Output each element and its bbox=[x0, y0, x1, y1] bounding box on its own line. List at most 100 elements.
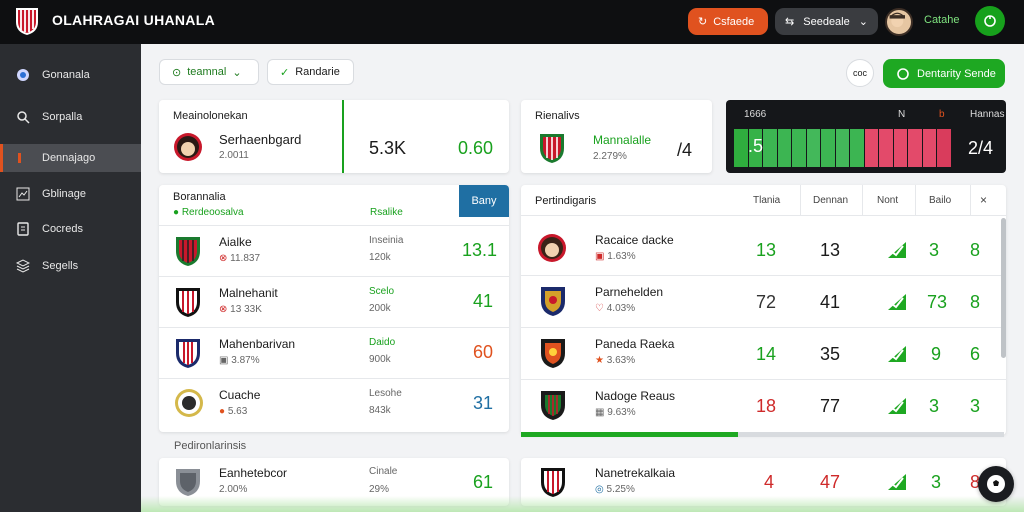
orange-action-button[interactable]: ↻ Csfaede bbox=[688, 8, 768, 35]
chevron-down-icon: ⌄ bbox=[858, 16, 868, 28]
section-label: Pedironlarinsis bbox=[174, 440, 247, 452]
cell-value: 3 bbox=[929, 240, 940, 260]
coc-toggle[interactable]: coc bbox=[846, 59, 874, 87]
team-crest-icon bbox=[176, 288, 200, 317]
player-name: Paneda Raeka bbox=[595, 337, 675, 351]
player-name: Nadoge Reaus bbox=[595, 389, 676, 403]
player-name: Racaice dacke bbox=[595, 233, 674, 247]
row-mid-sub: 843k bbox=[369, 405, 391, 416]
sidebar-item-gonanala[interactable]: Gonanala bbox=[0, 61, 141, 89]
kpi-team-name: Mannalalle bbox=[593, 133, 652, 147]
sidebar-item-dennajago[interactable]: Dennajago bbox=[0, 144, 141, 172]
cell-value: 4 bbox=[764, 472, 775, 492]
cell-value: 13 bbox=[756, 240, 777, 260]
notification-button[interactable] bbox=[975, 6, 1005, 36]
row-mid: Cinale bbox=[369, 466, 398, 477]
sidebar-item-cocreds[interactable]: Cocreds bbox=[0, 215, 141, 243]
kpi-card-title: Rienalivs bbox=[535, 110, 580, 122]
team-crest-icon bbox=[541, 468, 565, 497]
user-name: Catahe bbox=[924, 14, 960, 26]
sidebar-item-gblinage[interactable]: Gblinage bbox=[0, 180, 141, 208]
kpi-dark-value-1: .5 bbox=[748, 136, 764, 156]
cell-value: 41 bbox=[820, 292, 841, 312]
kpi-card-2: Rienalivs Mannalalle 2.279% /4 bbox=[521, 100, 712, 173]
dark-action-button[interactable]: ⇆ Seedeale ⌄ bbox=[775, 8, 878, 35]
check-icon: ✓ bbox=[280, 66, 290, 79]
chart-icon bbox=[16, 187, 30, 201]
column-header[interactable]: Nont bbox=[877, 195, 898, 206]
kpi-team-sub: 2.279% bbox=[593, 151, 627, 162]
sidebar-item-label: Dennajago bbox=[42, 152, 96, 164]
primary-cta-label: Dentarity Sende bbox=[917, 67, 996, 80]
refresh-icon: ↻ bbox=[698, 16, 708, 28]
table-row[interactable]: Nadoge Reaus ▦ 9.63% 18 77 3 3 bbox=[521, 379, 1001, 431]
sidebar: Gonanala Sorpalla Dennajago Gblinage Coc… bbox=[0, 44, 141, 512]
team-sub: ⊗ 13 33K bbox=[219, 304, 262, 315]
column-header[interactable]: Bailo bbox=[929, 195, 951, 206]
kpi-card-title: Meainolonekan bbox=[173, 110, 248, 122]
team-crest-icon bbox=[175, 389, 203, 417]
stack-icon bbox=[16, 259, 30, 273]
table-row[interactable]: Malnehanit ⊗ 13 33K Scelo 200k 41 bbox=[159, 276, 509, 327]
row-mid: Lesohe bbox=[369, 388, 402, 399]
primary-cta-button[interactable]: Dentarity Sende bbox=[883, 59, 1005, 88]
chevron-down-icon: ⌄ bbox=[232, 66, 242, 79]
team-crest-icon bbox=[176, 237, 200, 266]
ball-fab-button[interactable] bbox=[978, 466, 1014, 502]
kpi-value-2: 0.60 bbox=[458, 138, 494, 158]
row-mid: Scelo bbox=[369, 286, 395, 297]
table-row[interactable]: Racaice dacke ▣ 1.63% 13 13 3 8 bbox=[521, 223, 1001, 275]
team-crest-icon bbox=[176, 339, 200, 368]
sidebar-item-label: Segells bbox=[42, 260, 79, 272]
table-row[interactable]: Cuache ● 5.63 Lesohe 843k 31 bbox=[159, 378, 509, 429]
team-sub: ▣ 3.87% bbox=[219, 355, 260, 366]
cell-value: 3 bbox=[970, 396, 981, 416]
progress-fill bbox=[521, 432, 739, 437]
row-mid-sub: 900k bbox=[369, 354, 391, 365]
soccer-ball-icon bbox=[987, 475, 1005, 493]
row-value: 31 bbox=[473, 393, 494, 413]
check-icon bbox=[888, 398, 906, 414]
cell-value: 3 bbox=[929, 396, 940, 416]
bar-icon bbox=[16, 151, 30, 165]
player-sub: ▣ 1.63% bbox=[595, 251, 636, 262]
close-icon[interactable]: × bbox=[980, 193, 987, 207]
user-avatar[interactable] bbox=[885, 8, 913, 36]
avatar bbox=[174, 133, 202, 161]
player-name: Nanetrekalkaia bbox=[595, 466, 676, 480]
progress-bar bbox=[521, 432, 1004, 437]
sidebar-item-label: Gonanala bbox=[42, 69, 90, 81]
search-icon bbox=[16, 110, 30, 124]
row-mid-sub: 200k bbox=[369, 303, 391, 314]
table-row[interactable]: Aialke ⊗ 11.837 Inseinia 120k 13.1 bbox=[159, 225, 509, 276]
random-filter-chip[interactable]: ✓ Randarie bbox=[267, 59, 354, 85]
team-crest-icon bbox=[540, 134, 564, 163]
kpi-player-sub: 2.0011 bbox=[219, 150, 249, 161]
table-row[interactable]: Mahenbarivan ▣ 3.87% Daido 900k 60 bbox=[159, 327, 509, 378]
player-name: Parnehelden bbox=[595, 285, 664, 299]
row-value: 61 bbox=[473, 472, 494, 492]
kpi-header-1: 1666 bbox=[744, 109, 767, 120]
cell-value: 77 bbox=[820, 396, 841, 416]
cell-value: 6 bbox=[970, 344, 981, 364]
team-sub: ⊗ 11.837 bbox=[219, 253, 261, 264]
left-panel-tab[interactable]: Bany bbox=[459, 185, 509, 217]
heatmap-strip bbox=[734, 129, 952, 167]
column-header[interactable]: Dennan bbox=[813, 195, 848, 206]
table-row[interactable]: Paneda Raeka ★ 3.63% 14 35 9 6 bbox=[521, 327, 1001, 379]
team-filter-dropdown[interactable]: ⊙ teamnal ⌄ bbox=[159, 59, 259, 85]
row-value: 60 bbox=[473, 342, 494, 362]
sidebar-item-sorpalla[interactable]: Sorpalla bbox=[0, 103, 141, 131]
check-icon bbox=[888, 346, 906, 362]
cell-value: 8 bbox=[970, 292, 981, 312]
table-row[interactable]: Parnehelden ♡ 4.03% 72 41 73 8 bbox=[521, 275, 1001, 327]
circle-outline-icon bbox=[897, 67, 909, 80]
cell-value: 3 bbox=[931, 472, 942, 492]
club-logo bbox=[16, 8, 38, 35]
random-filter-label: Randarie bbox=[295, 66, 340, 78]
scrollbar[interactable] bbox=[1001, 218, 1006, 358]
column-header[interactable]: Tlania bbox=[753, 195, 780, 206]
sidebar-item-label: Cocreds bbox=[42, 223, 83, 235]
sidebar-item-segells[interactable]: Segells bbox=[0, 252, 141, 280]
kpi-header-4: Hannas bbox=[970, 109, 1005, 120]
